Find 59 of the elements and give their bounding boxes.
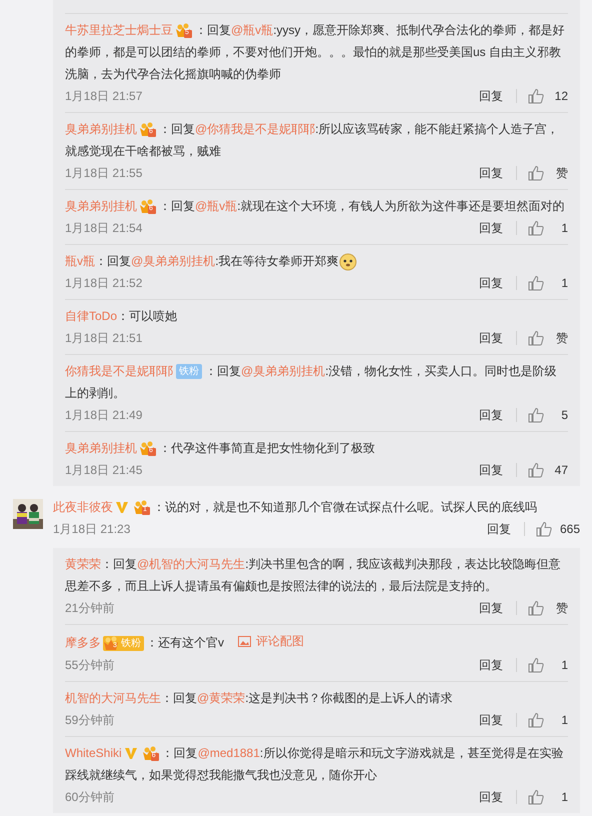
reply-link[interactable]: 回复 bbox=[477, 786, 505, 808]
fan-badge: 铁粉 bbox=[176, 364, 202, 380]
reply-link[interactable]: 回复 bbox=[477, 708, 505, 730]
thumbs-up-icon bbox=[528, 656, 544, 672]
reply-link[interactable]: 回复 bbox=[484, 518, 513, 540]
reply-link[interactable]: 回复 bbox=[477, 327, 505, 349]
thumbs-up-icon bbox=[528, 220, 544, 236]
like-button[interactable]: 1 bbox=[528, 654, 568, 676]
reply-link[interactable]: 回复 bbox=[477, 459, 505, 481]
timestamp: 1月18日 21:54 bbox=[65, 220, 144, 237]
like-button[interactable]: 1 bbox=[528, 708, 568, 730]
comment-text: 你猜我是不是妮耶耶 铁粉 ：回复@臭弟弟别挂机:没错，物化女性，买卖人口。同时也是阶级上的剥削。 bbox=[65, 363, 558, 402]
reply-link[interactable]: 回复 bbox=[477, 217, 505, 239]
thumbs-up-icon bbox=[528, 330, 544, 346]
thumbs-up-icon bbox=[528, 712, 544, 728]
timestamp: 1月18日 21:23 bbox=[53, 521, 132, 538]
reply-link[interactable]: 回复 bbox=[477, 597, 505, 619]
v-mark-icon bbox=[124, 746, 138, 760]
like-button[interactable]: 5 bbox=[528, 404, 568, 426]
v-mark-icon bbox=[115, 501, 129, 514]
timestamp: 1月18日 21:55 bbox=[65, 165, 144, 182]
timestamp: 1月18日 21:45 bbox=[65, 462, 144, 479]
like-button[interactable]: 赞 bbox=[528, 597, 568, 619]
like-button[interactable]: 赞 bbox=[528, 327, 568, 349]
reply-link[interactable]: 回复 bbox=[477, 162, 505, 184]
thumbs-up-icon bbox=[528, 407, 544, 423]
like-button[interactable]: 1 bbox=[528, 786, 568, 808]
like-button[interactable]: 665 bbox=[536, 518, 580, 540]
thumbs-up-icon bbox=[528, 88, 544, 104]
comment-text: 瓶v瓶：回复@臭弟弟别挂机:我在等待女拳师开郑爽 bbox=[65, 250, 568, 272]
thumbs-up-icon bbox=[528, 165, 544, 181]
reply-link[interactable]: 回复 bbox=[477, 404, 505, 426]
thumbs-up-icon bbox=[536, 521, 552, 537]
like-button[interactable]: 47 bbox=[528, 459, 568, 481]
comment-text: 机智的大河马先生：回复@黄荣荣:这是判决书？你截图的是上诉人的请求 bbox=[65, 690, 454, 706]
timestamp: 60分钟前 bbox=[65, 788, 116, 806]
like-button[interactable]: 12 bbox=[528, 85, 568, 107]
timestamp: 1月18日 21:57 bbox=[65, 88, 144, 105]
thumbs-up-icon bbox=[528, 275, 544, 291]
reply-link[interactable]: 回复 bbox=[477, 85, 505, 107]
timestamp: 1月18日 21:52 bbox=[65, 275, 144, 292]
timestamp: 1月18日 21:51 bbox=[65, 330, 144, 347]
crown-icon bbox=[103, 636, 121, 651]
image-icon bbox=[238, 636, 251, 646]
thumbs-up-icon bbox=[528, 788, 544, 804]
dog-face-icon bbox=[338, 252, 357, 271]
thumbs-up-icon bbox=[528, 462, 544, 478]
thumbs-up-icon bbox=[528, 600, 544, 616]
like-button[interactable]: 1 bbox=[528, 272, 568, 294]
timestamp: 21分钟前 bbox=[65, 600, 116, 617]
timestamp: 1月18日 21:49 bbox=[65, 407, 144, 424]
reply-link[interactable]: 回复 bbox=[477, 654, 505, 676]
timestamp: 55分钟前 bbox=[65, 656, 116, 674]
reply-link[interactable]: 回复 bbox=[477, 272, 505, 294]
comment-text: 自律ToDo：可以喷她 bbox=[65, 308, 178, 325]
comment-text: 黄荣荣：回复@机智的大河马先生:判决书里包含的啊，我应该截判决那段，表达比较隐晦但意思差不多，而且上诉人提请虽有偏颇也是按照法律的说法的，最后法院是支持的。 bbox=[65, 556, 562, 595]
timestamp: 59分钟前 bbox=[65, 712, 116, 728]
like-button[interactable]: 1 bbox=[528, 217, 568, 239]
like-button[interactable]: 赞 bbox=[528, 162, 568, 184]
